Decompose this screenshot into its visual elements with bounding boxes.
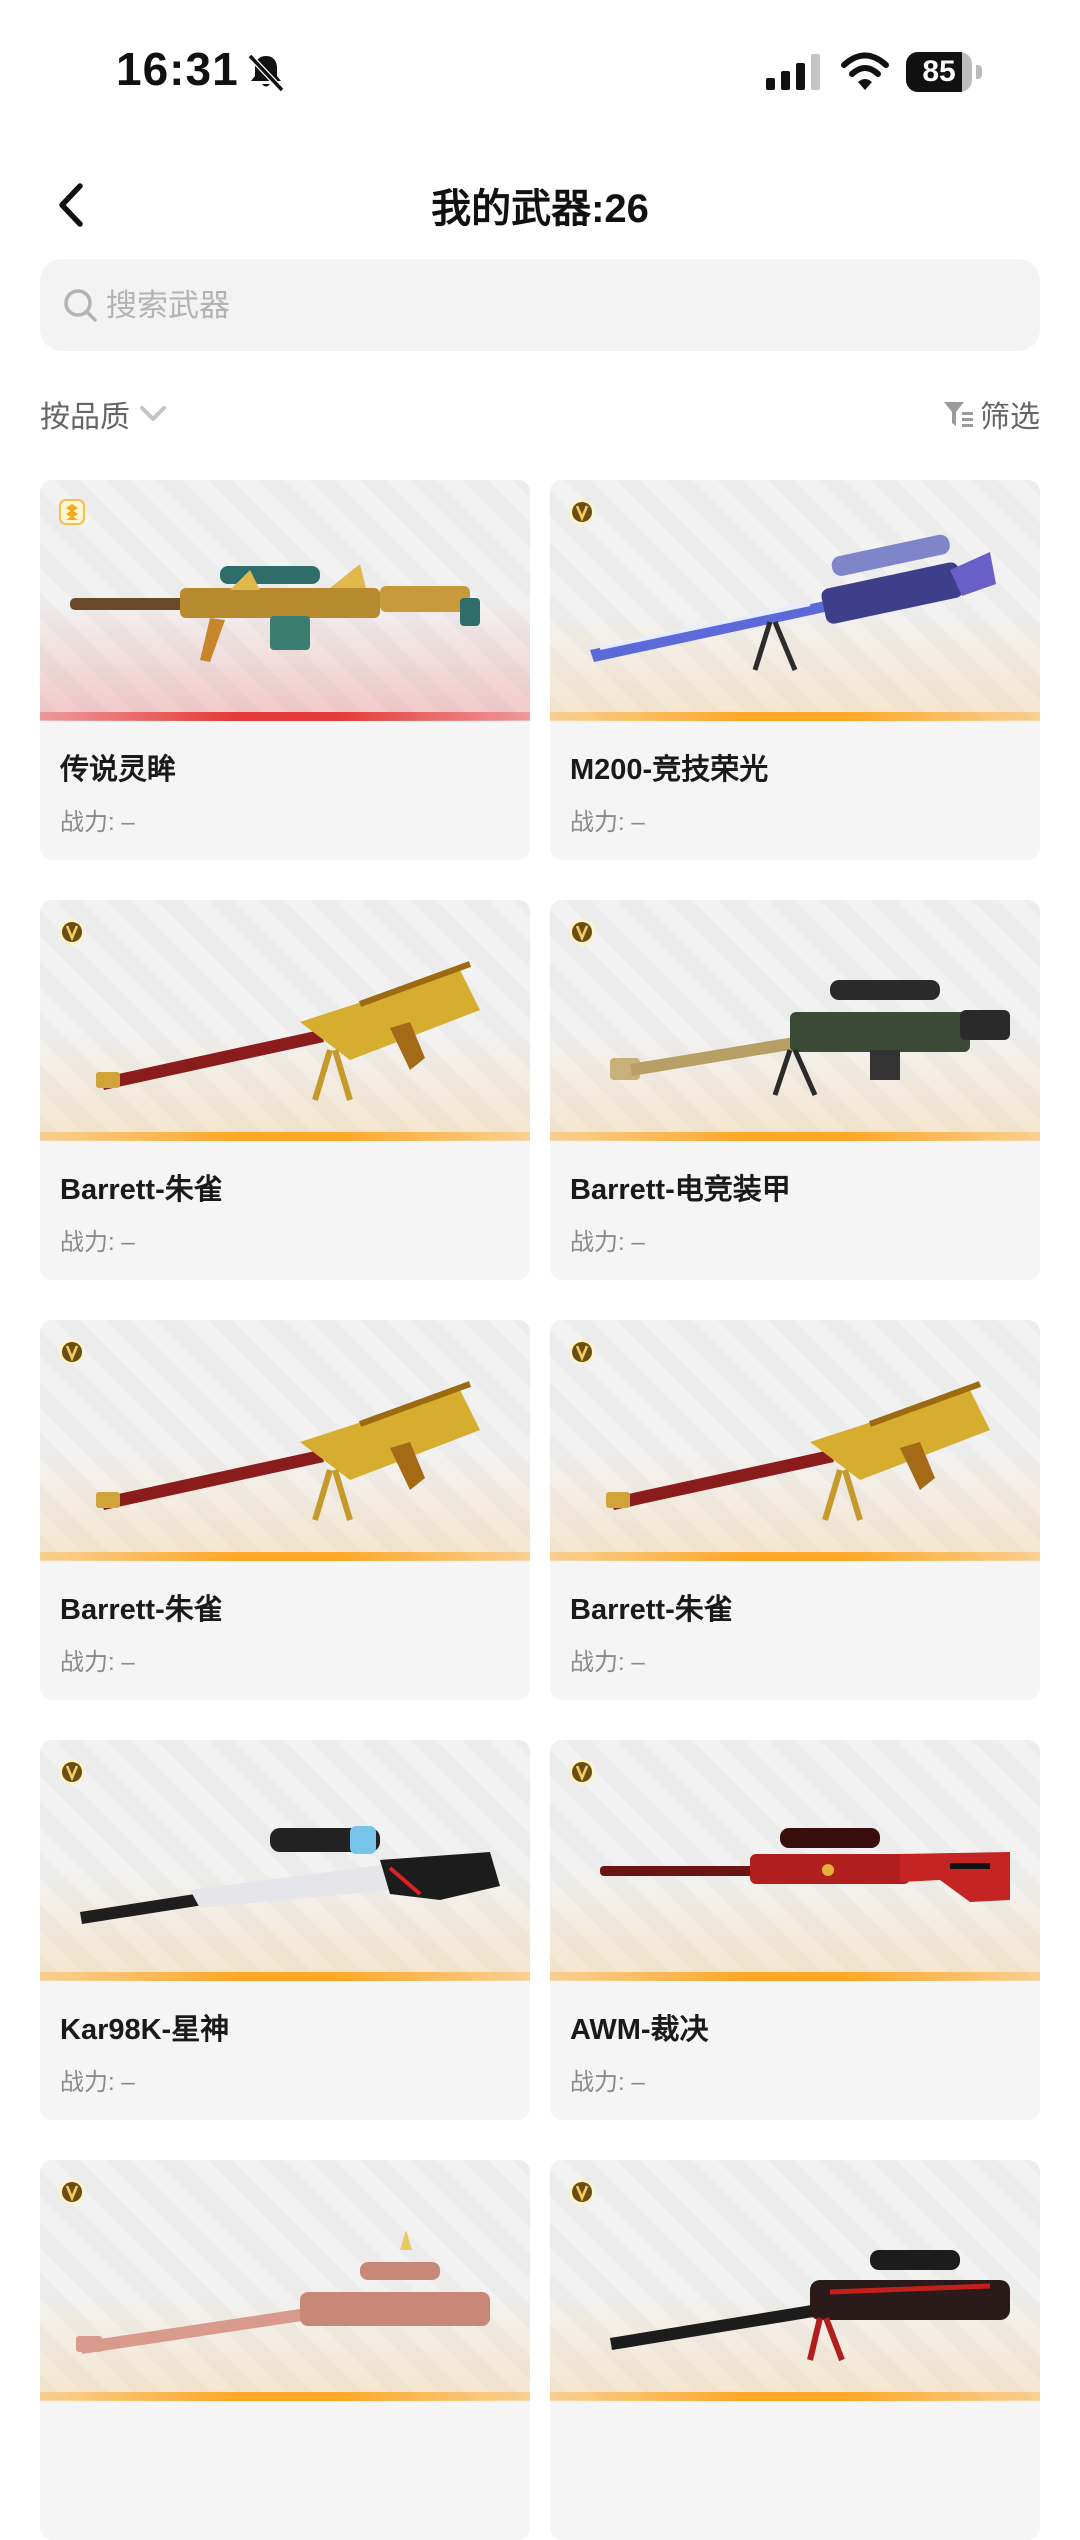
rarity-bar xyxy=(550,712,1040,721)
weapon-power: 战力: – xyxy=(570,809,645,836)
sort-label: 按品质 xyxy=(40,401,130,434)
weapon-card[interactable]: Barrett-朱雀 战力: – xyxy=(40,900,530,1280)
wifi-icon xyxy=(841,52,889,90)
weapon-card[interactable] xyxy=(40,2160,530,2540)
weapon-card[interactable]: Kar98K-星神 战力: – xyxy=(40,1740,530,2120)
weapon-name: AWM-裁决 xyxy=(570,2014,709,2046)
filter-icon xyxy=(944,402,973,427)
sniper-rifle-image xyxy=(606,1381,990,1521)
filter-label: 筛选 xyxy=(980,401,1040,434)
rarity-bar xyxy=(550,1972,1040,1981)
v-rarity-icon xyxy=(570,498,594,526)
v-rarity-icon xyxy=(570,1758,594,1786)
legend-rarity-icon xyxy=(59,499,85,525)
sniper-rifle-image xyxy=(70,564,480,662)
weapon-card[interactable]: M200-竞技荣光 战力: – xyxy=(550,480,1040,860)
filter-button[interactable]: 筛选 xyxy=(942,392,1040,436)
v-rarity-icon xyxy=(570,918,594,946)
search-bar[interactable] xyxy=(40,259,1040,353)
weapon-card[interactable] xyxy=(550,2160,1040,2540)
chevron-down-icon xyxy=(140,406,166,421)
v-rarity-icon xyxy=(60,918,84,946)
status-time: 16:31 xyxy=(116,43,239,95)
weapon-card[interactable]: Barrett-朱雀 战力: – xyxy=(550,1320,1040,1700)
page-title: 我的武器:26 xyxy=(431,187,649,231)
sniper-rifle-image xyxy=(96,961,480,1101)
sniper-rifle-image xyxy=(96,1381,480,1521)
weapon-card[interactable]: AWM-裁决 战力: – xyxy=(550,1740,1040,2120)
rarity-bar xyxy=(550,1132,1040,1141)
weapon-name: Barrett-朱雀 xyxy=(60,1594,223,1626)
weapon-card[interactable]: Barrett-朱雀 战力: – xyxy=(40,1320,530,1700)
weapon-card[interactable]: Barrett-电竞装甲 战力: – xyxy=(550,900,1040,1280)
weapon-power: 战力: – xyxy=(60,2069,135,2096)
weapon-name: Barrett-朱雀 xyxy=(60,1174,223,1206)
weapon-name: Kar98K-星神 xyxy=(60,2014,230,2046)
weapon-power: 战力: – xyxy=(60,1229,135,1256)
sniper-rifle-image xyxy=(600,1828,1010,1902)
battery-percent: 85 xyxy=(922,55,956,88)
bell-muted-icon xyxy=(247,53,285,93)
rarity-bar xyxy=(40,1972,530,1981)
rarity-bar xyxy=(40,712,530,721)
weapon-power: 战力: – xyxy=(570,2069,645,2096)
signal-icon xyxy=(766,54,820,90)
sniper-rifle-image xyxy=(610,2250,1010,2362)
rarity-bar xyxy=(550,1552,1040,1561)
search-icon xyxy=(64,289,97,322)
v-rarity-icon xyxy=(570,1338,594,1366)
rarity-bar xyxy=(550,2392,1040,2401)
weapon-name: Barrett-朱雀 xyxy=(570,1594,733,1626)
battery-indicator: 85 xyxy=(906,52,986,92)
weapon-name: M200-竞技荣光 xyxy=(570,754,769,786)
sniper-rifle-image xyxy=(80,1826,500,1924)
sniper-rifle-image xyxy=(590,534,996,671)
search-input[interactable] xyxy=(104,259,1008,353)
weapon-power: 战力: – xyxy=(60,809,135,836)
rarity-bar xyxy=(40,1552,530,1561)
weapon-power: 战力: – xyxy=(570,1229,645,1256)
sort-by-quality-dropdown[interactable]: 按品质 xyxy=(40,392,168,436)
v-rarity-icon xyxy=(60,1758,84,1786)
v-rarity-icon xyxy=(570,2178,594,2206)
sniper-rifle-image xyxy=(76,2230,490,2354)
status-bar: 16:31 85 xyxy=(0,0,1080,140)
rarity-bar xyxy=(40,1132,530,1141)
weapon-power: 战力: – xyxy=(570,1649,645,1676)
weapon-power: 战力: – xyxy=(60,1649,135,1676)
weapon-name: Barrett-电竞装甲 xyxy=(570,1174,791,1206)
weapon-name: 传说灵眸 xyxy=(60,754,177,786)
weapon-grid: 传说灵眸 战力: – M200-竞技荣光 战力: – Barrett-朱雀 战力… xyxy=(40,480,1040,2540)
sniper-rifle-image xyxy=(610,980,1010,1097)
weapon-card[interactable]: 传说灵眸 战力: – xyxy=(40,480,530,860)
rarity-bar xyxy=(40,2392,530,2401)
v-rarity-icon xyxy=(60,2178,84,2206)
v-rarity-icon xyxy=(60,1338,84,1366)
